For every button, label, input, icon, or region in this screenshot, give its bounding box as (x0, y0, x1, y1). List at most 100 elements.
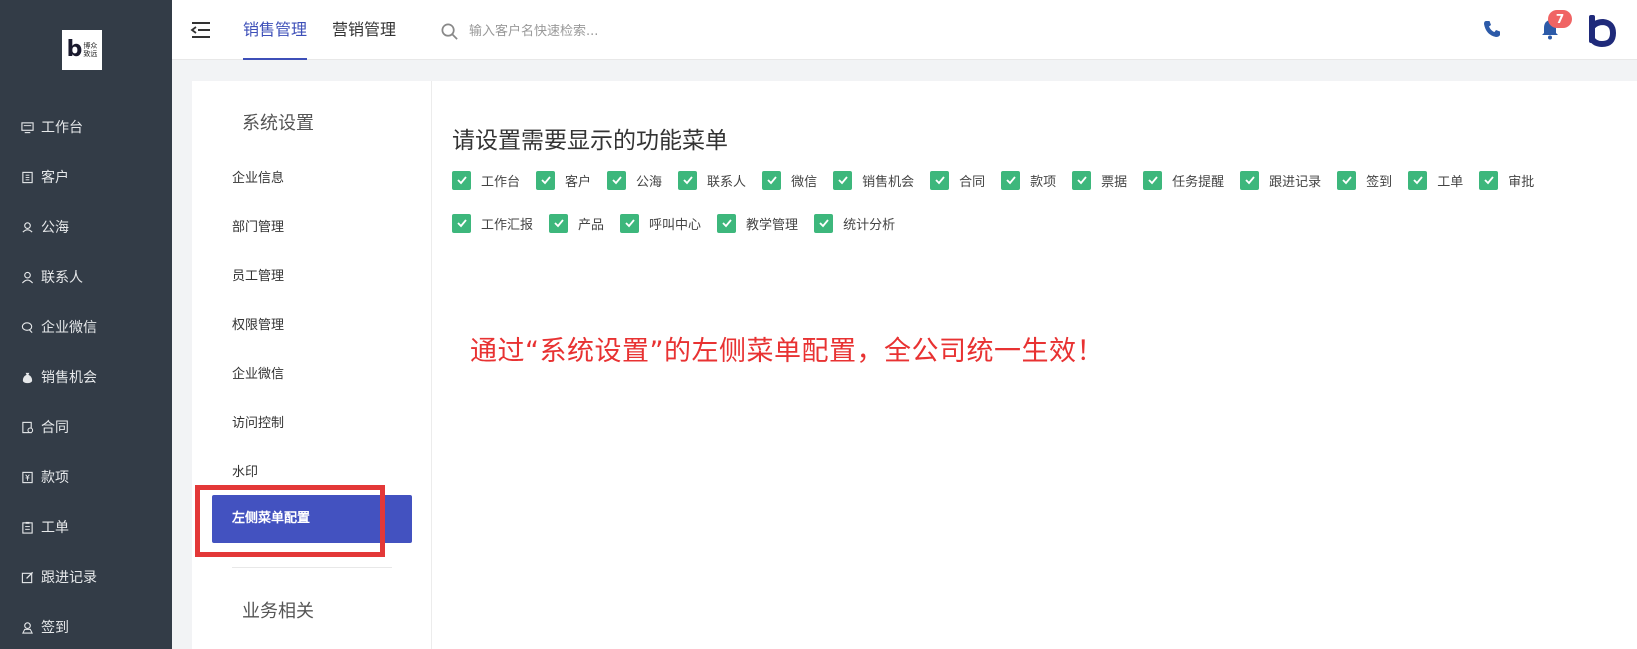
checkbox-label: 工作台 (481, 174, 521, 190)
checkbox-row-2: 工作汇报 产品 呼叫中心 教学管理 统计分析 (452, 212, 1612, 234)
section-title-system-settings: 系统设置 (242, 113, 314, 134)
menu-item-department[interactable]: 部门管理 (232, 216, 284, 235)
menu-checkbox[interactable]: 销售机会 (833, 170, 915, 190)
sidebar-item-work-order[interactable]: 工单 (0, 502, 172, 552)
settings-menu-panel: 系统设置 企业信息 部门管理 员工管理 权限管理 企业微信 访问控制 水印 左侧… (192, 81, 432, 649)
tab-marketing-management[interactable]: 营销管理 (332, 0, 396, 60)
sidebar-item-payment[interactable]: 款项 (0, 452, 172, 502)
top-header: 销售管理 营销管理 7 (172, 0, 1637, 60)
logo-letter: b (66, 37, 83, 62)
checkbox-label: 教学管理 (746, 217, 799, 233)
main-content: 请设置需要显示的功能菜单 工作台 客户 公海 联系人 微信 销售机会 合同 款项 票据 任务提醒 跟… (432, 81, 1637, 649)
menu-checkbox[interactable]: 任务提醒 (1143, 170, 1224, 190)
sidebar-item-contacts[interactable]: 联系人 (0, 252, 172, 302)
menu-checkbox-group: 工作台 客户 公海 联系人 微信 销售机会 合同 款项 票据 任务提醒 跟进记录 签到 工单 审批 工作汇… (452, 169, 1612, 255)
menu-checkbox[interactable]: 审批 (1479, 170, 1535, 190)
menu-item-watermark[interactable]: 水印 (232, 461, 258, 480)
menu-checkbox[interactable]: 跟进记录 (1240, 170, 1322, 190)
logo-text: 博众 致远 (83, 42, 98, 58)
checkbox-label: 统计分析 (843, 217, 896, 233)
menu-checkbox[interactable]: 合同 (930, 170, 986, 190)
checkbox-label: 销售机会 (862, 174, 915, 190)
menu-item-employee[interactable]: 员工管理 (232, 265, 284, 284)
sidebar-item-contract[interactable]: 合同 (0, 402, 172, 452)
sidebar: b 博众 致远 工作台 客户 公海 联系人 企业微信 销售机会 合同 款项 工单… (0, 0, 172, 649)
contract-icon (20, 420, 35, 435)
monitor-icon (20, 120, 35, 135)
checkbox-label: 工单 (1437, 174, 1464, 190)
menu-checkbox[interactable]: 工作台 (452, 170, 521, 190)
checkmark-icon[interactable] (678, 170, 698, 190)
page-title: 请设置需要显示的功能菜单 (452, 128, 728, 154)
checkmark-icon[interactable] (762, 170, 782, 190)
checkmark-icon[interactable] (620, 213, 640, 233)
menu-checkbox[interactable]: 工单 (1408, 170, 1464, 190)
section-title-business: 业务相关 (242, 601, 314, 622)
phone-icon[interactable] (1482, 19, 1502, 39)
menu-item-wecom[interactable]: 企业微信 (232, 363, 284, 382)
checkbox-label: 微信 (791, 174, 818, 190)
menu-checkbox[interactable]: 统计分析 (814, 213, 896, 233)
sidebar-item-wecom[interactable]: 企业微信 (0, 302, 172, 352)
menu-checkbox[interactable]: 票据 (1072, 170, 1128, 190)
menu-checkbox[interactable]: 签到 (1337, 170, 1393, 190)
company-logo[interactable]: b 博众 致远 (62, 30, 102, 70)
checkmark-icon[interactable] (814, 213, 834, 233)
checkbox-label: 合同 (959, 174, 986, 190)
checkmark-icon[interactable] (1408, 170, 1428, 190)
checkmark-icon[interactable] (833, 170, 853, 190)
menu-item-access-control[interactable]: 访问控制 (232, 412, 284, 431)
menu-divider (232, 567, 392, 568)
tab-sales-management[interactable]: 销售管理 (243, 0, 308, 60)
customer-search-input[interactable] (469, 23, 689, 39)
sidebar-item-workbench[interactable]: 工作台 (0, 102, 172, 152)
checkmark-icon[interactable] (452, 213, 471, 233)
menu-checkbox[interactable]: 公海 (607, 170, 662, 190)
checkbox-label: 联系人 (707, 174, 747, 190)
checkbox-label: 签到 (1366, 174, 1393, 190)
sidebar-item-follow-up[interactable]: 跟进记录 (0, 552, 172, 602)
checkmark-icon[interactable] (452, 170, 471, 190)
checkmark-icon[interactable] (1479, 170, 1499, 190)
sidebar-item-opportunity[interactable]: 销售机会 (0, 352, 172, 402)
menu-checkbox[interactable]: 客户 (536, 170, 592, 190)
sidebar-item-check-in[interactable]: 签到 (0, 602, 172, 649)
menu-checkbox[interactable]: 教学管理 (717, 213, 799, 233)
menu-item-company-info[interactable]: 企业信息 (232, 167, 284, 186)
menu-checkbox[interactable]: 产品 (549, 213, 605, 233)
menu-checkbox[interactable]: 微信 (762, 170, 818, 190)
checkbox-label: 呼叫中心 (649, 217, 702, 233)
checkmark-icon[interactable] (549, 213, 569, 233)
menu-checkbox[interactable]: 款项 (1001, 170, 1056, 190)
checkbox-label: 票据 (1101, 174, 1128, 190)
checkbox-label: 工作汇报 (481, 217, 534, 233)
sidebar-nav: 工作台 客户 公海 联系人 企业微信 销售机会 合同 款项 工单 跟进记录 签到 (0, 102, 172, 649)
menu-checkbox[interactable]: 工作汇报 (452, 213, 534, 233)
sidebar-item-public-sea[interactable]: 公海 (0, 202, 172, 252)
checkbox-label: 客户 (565, 174, 592, 190)
notification-badge: 7 (1548, 10, 1572, 28)
menu-checkbox[interactable]: 联系人 (678, 170, 747, 190)
checkbox-label: 跟进记录 (1269, 174, 1322, 190)
sidebar-item-customer[interactable]: 客户 (0, 152, 172, 202)
menu-checkbox[interactable]: 呼叫中心 (620, 213, 702, 233)
user-icon (20, 270, 35, 285)
money-bag-icon (20, 370, 35, 385)
checkmark-icon[interactable] (536, 170, 556, 190)
search-box (440, 18, 700, 44)
menu-item-permission[interactable]: 权限管理 (232, 314, 284, 333)
collapse-menu-icon[interactable] (190, 20, 212, 40)
brand-logo-icon[interactable] (1584, 13, 1618, 47)
checkbox-label: 审批 (1508, 174, 1535, 190)
checkbox-label: 产品 (578, 217, 605, 233)
checkmark-icon[interactable] (1143, 170, 1163, 190)
checkmark-icon[interactable] (607, 170, 627, 190)
checkmark-icon[interactable] (1072, 170, 1092, 190)
checkmark-icon[interactable] (1240, 170, 1260, 190)
checkmark-icon[interactable] (1337, 170, 1357, 190)
checkmark-icon[interactable] (717, 213, 737, 233)
checkmark-icon[interactable] (1001, 170, 1021, 190)
menu-item-left-menu-config[interactable]: 左侧菜单配置 (212, 495, 412, 543)
payment-icon (20, 470, 35, 485)
checkmark-icon[interactable] (930, 170, 950, 190)
